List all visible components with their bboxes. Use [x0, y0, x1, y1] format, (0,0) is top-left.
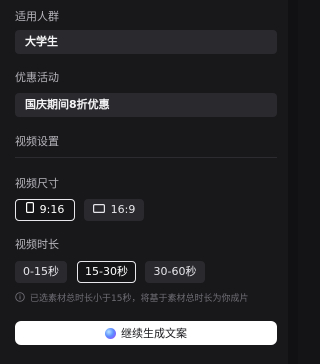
ai-orb-icon — [105, 327, 116, 339]
duration-option-15-30[interactable]: 15-30秒 — [77, 261, 136, 283]
duration-hint: 已选素材总时长小于15秒，将基于素材总时长为你成片 — [15, 292, 248, 306]
video-settings-title: 视频设置 — [15, 135, 59, 148]
settings-panel: 适用人群 大学生 优惠活动 国庆期间8折优惠 视频设置 视频尺寸 9:16 16… — [0, 0, 288, 364]
audience-label: 适用人群 — [15, 10, 59, 23]
audience-field[interactable]: 大学生 — [15, 30, 277, 54]
video-size-label: 视频尺寸 — [15, 177, 59, 190]
scrollbar-track[interactable] — [288, 0, 298, 364]
hint-text: 已选素材总时长小于15秒，将基于素材总时长为你成片 — [30, 294, 249, 304]
size-option-16-9[interactable]: 16:9 — [84, 199, 144, 221]
promotion-field[interactable]: 国庆期间8折优惠 — [15, 93, 277, 117]
portrait-icon — [25, 200, 34, 220]
section-divider — [15, 157, 277, 158]
info-icon — [15, 292, 25, 306]
duration-option-30-60[interactable]: 30-60秒 — [145, 261, 205, 283]
size-option-label: 16:9 — [110, 203, 136, 216]
promotion-label: 优惠活动 — [15, 71, 59, 84]
generate-button-label: 继续生成文案 — [121, 327, 187, 340]
size-option-9-16[interactable]: 9:16 — [15, 199, 75, 221]
size-option-label: 9:16 — [39, 203, 65, 216]
landscape-icon — [92, 200, 105, 220]
duration-option-0-15[interactable]: 0-15秒 — [15, 261, 67, 283]
video-duration-label: 视频时长 — [15, 238, 59, 251]
continue-generate-button[interactable]: 继续生成文案 — [15, 321, 277, 345]
